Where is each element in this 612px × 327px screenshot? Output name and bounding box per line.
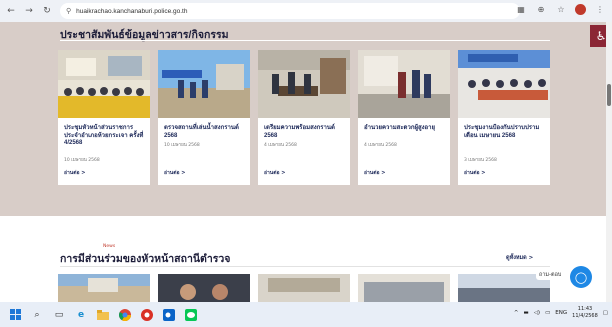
news-thumbnail[interactable] [358, 50, 450, 118]
view-all-link[interactable]: ดูทั้งหมด > [506, 254, 533, 262]
news-card[interactable]: ประชุมหัวหน้าส่วนราชการประจำอำเภอห้วยกระ… [58, 50, 150, 185]
read-more-link[interactable]: อ่านต่อ > [264, 169, 285, 177]
task-view-icon[interactable]: ▭ [52, 308, 66, 322]
translate-icon[interactable]: ▦ [515, 5, 527, 14]
clock-time: 11:43 [577, 306, 593, 312]
language-indicator[interactable]: ENG [555, 310, 567, 316]
read-more-link[interactable]: อ่านต่อ > [364, 169, 385, 177]
search-icon[interactable]: ⌕ [30, 308, 44, 322]
section-divider [60, 40, 550, 41]
url-text[interactable]: huaikrachao.kanchanaburi.police.go.th [76, 8, 187, 15]
news-card-title[interactable]: เตรียมความพร้อมสงกรานต์ 2568 [264, 125, 346, 140]
news-cards: ประชุมหัวหน้าส่วนราชการประจำอำเภอห้วยกระ… [58, 50, 550, 185]
news-thumbnail[interactable] [58, 50, 150, 118]
clock[interactable]: 11:43 11/4/2568 [572, 306, 598, 320]
notification-icon[interactable]: ▢ [603, 310, 608, 316]
news-card-date: 10 เมษายน 2568 [164, 143, 200, 148]
read-more-link[interactable]: อ่านต่อ > [164, 169, 185, 177]
news-card-date: 10 เมษายน 2568 [64, 158, 100, 163]
line-app-icon[interactable] [184, 308, 198, 322]
section-divider [60, 266, 550, 267]
news-card[interactable]: ตรวจสถานที่เล่นน้ำสงกรานต์ 2568 10 เมษาย… [158, 50, 250, 185]
news-card-title[interactable]: ตรวจสถานที่เล่นน้ำสงกรานต์ 2568 [164, 125, 246, 140]
zoom-icon[interactable]: ⊕ [535, 5, 547, 14]
volume-icon[interactable]: ◁) [534, 310, 540, 316]
browser-toolbar: ← → ↻ ⚲ huaikrachao.kanchanaburi.police.… [0, 0, 612, 22]
news-card-title[interactable]: ประชุมหัวหน้าส่วนราชการประจำอำเภอห้วยกระ… [64, 125, 146, 148]
windows-start-icon[interactable] [8, 308, 22, 322]
pr-news-section: ประชาสัมพันธ์ข้อมูลข่าวสาร/กิจกรรม ประชุ… [0, 22, 606, 216]
news-card[interactable]: ประชุมงานป้องกันปราบปราม เดือน เมษายน 25… [458, 50, 550, 185]
file-explorer-icon[interactable] [96, 308, 110, 322]
battery-icon[interactable]: ▭ [545, 310, 550, 316]
page-scrollbar[interactable] [606, 22, 612, 302]
news-thumbnail[interactable] [458, 50, 550, 118]
section-title: การมีส่วนร่วมของหัวหน้าสถานีตำรวจ [60, 253, 231, 265]
news-card-date: 4 เมษายน 2568 [364, 143, 397, 148]
news-thumbnail[interactable] [258, 50, 350, 118]
taskbar: ⌕ ▭ e ^ ▬ ◁) ▭ ENG 11:43 11/4/2568 ▢ [0, 302, 612, 327]
chief-participation-section: News การมีส่วนร่วมของหัวหน้าสถานีตำรวจ ด… [0, 216, 606, 302]
participation-cards [58, 274, 550, 302]
edge-browser-icon[interactable]: e [74, 308, 88, 322]
chevron-up-icon[interactable]: ^ [514, 310, 519, 316]
network-icon[interactable]: ▬ [524, 310, 529, 316]
news-card-date: 3 เมษายน 2568 [464, 158, 497, 163]
forward-icon[interactable]: → [22, 4, 36, 18]
news-tag: News [103, 244, 116, 249]
read-more-link[interactable]: อ่านต่อ > [464, 169, 485, 177]
news-card-date: 4 เมษายน 2568 [264, 143, 297, 148]
news-card-title[interactable]: อำนวยความสะดวกผู้สูงอายุ [364, 125, 446, 133]
participation-card[interactable] [258, 274, 350, 302]
page-content: ประชาสัมพันธ์ข้อมูลข่าวสาร/กิจกรรม ประชุ… [0, 22, 606, 302]
news-thumbnail[interactable] [158, 50, 250, 118]
participation-card[interactable] [58, 274, 150, 302]
clock-date: 11/4/2568 [572, 313, 598, 319]
site-info-icon[interactable]: ⚲ [66, 7, 71, 15]
chrome-profile-icon[interactable] [140, 308, 154, 322]
news-card-title[interactable]: ประชุมงานป้องกันปราบปราม เดือน เมษายน 25… [464, 125, 546, 140]
bookmark-star-icon[interactable]: ☆ [555, 5, 567, 14]
scrollbar-thumb[interactable] [607, 84, 611, 106]
reload-icon[interactable]: ↻ [40, 4, 54, 18]
participation-card[interactable] [158, 274, 250, 302]
back-icon[interactable]: ← [4, 4, 18, 18]
profile-avatar[interactable] [575, 4, 586, 15]
menu-icon[interactable]: ⋮ [594, 5, 606, 14]
chrome-icon[interactable] [118, 308, 132, 322]
read-more-link[interactable]: อ่านต่อ > [64, 169, 85, 177]
chat-bubble-icon[interactable]: ◯ [570, 266, 592, 288]
chat-label[interactable]: ถาม-ตอบ [536, 270, 565, 280]
news-card[interactable]: อำนวยความสะดวกผู้สูงอายุ 4 เมษายน 2568 อ… [358, 50, 450, 185]
news-card[interactable]: เตรียมความพร้อมสงกรานต์ 2568 4 เมษายน 25… [258, 50, 350, 185]
address-bar[interactable]: ⚲ huaikrachao.kanchanaburi.police.go.th [60, 3, 520, 19]
participation-card[interactable] [358, 274, 450, 302]
outlook-icon[interactable] [162, 308, 176, 322]
